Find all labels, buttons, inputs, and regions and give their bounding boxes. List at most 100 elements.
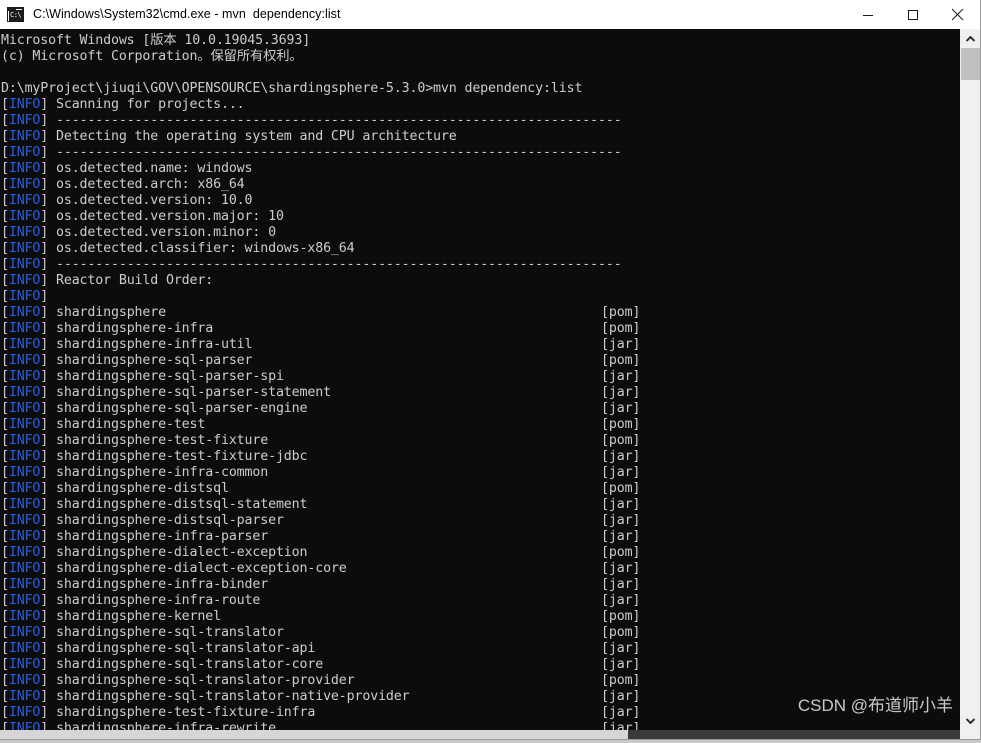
reactor-module-row: [INFO] shardingsphere-test [pom] [1, 417, 960, 433]
vertical-scrollbar-thumb[interactable] [961, 48, 980, 80]
module-name: shardingsphere-infra-rewrite [48, 721, 276, 730]
log-tag-bracket-open: [ [1, 145, 9, 160]
module-name: shardingsphere-sql-translator [48, 625, 284, 640]
log-tag-bracket-open: [ [1, 177, 9, 192]
close-button[interactable] [935, 0, 980, 29]
cmd-prompt-icon: C:\ [7, 6, 24, 22]
terminal-output[interactable]: Microsoft Windows [版本 10.0.19045.3693] (c… [0, 29, 960, 730]
reactor-module-row: [INFO] shardingsphere-sql-parser-stateme… [1, 385, 960, 401]
log-tag-bracket-open: [ [1, 513, 9, 528]
log-level-label: INFO [8, 145, 41, 160]
module-name: shardingsphere-infra-common [48, 465, 269, 480]
log-level-label: INFO [8, 305, 41, 320]
module-packaging: [pom] [601, 305, 641, 320]
log-line: [INFO] [1, 289, 960, 305]
log-tag-bracket-open: [ [1, 545, 9, 560]
log-tag-bracket-close: ] [40, 449, 49, 464]
log-tag-bracket-close: ] [40, 337, 49, 352]
log-tag-bracket-open: [ [1, 241, 9, 256]
log-tag-bracket-open: [ [1, 465, 9, 480]
reactor-module-row: [INFO] shardingsphere-dialect-exception [… [1, 545, 960, 561]
log-message: Reactor Build Order: [48, 273, 214, 288]
log-level-label: INFO [8, 257, 41, 272]
module-name: shardingsphere-test-fixture-jdbc [48, 449, 308, 464]
window-controls [845, 0, 980, 29]
log-line: [INFO] os.detected.classifier: windows-x… [1, 241, 960, 257]
reactor-module-row: [INFO] shardingsphere-test-fixture-infra… [1, 705, 960, 721]
log-tag-bracket-open: [ [1, 129, 9, 144]
reactor-module-row: [INFO] shardingsphere-infra [pom] [1, 321, 960, 337]
horizontal-scrollbar-track[interactable] [0, 730, 960, 739]
log-level-label: INFO [8, 529, 41, 544]
log-level-label: INFO [8, 353, 41, 368]
module-name: shardingsphere-infra-util [48, 337, 253, 352]
module-packaging: [jar] [601, 529, 641, 544]
window-titlebar[interactable]: C:\ C:\Windows\System32\cmd.exe - mvn de… [0, 0, 980, 29]
log-line: [INFO] Detecting the operating system an… [1, 129, 960, 145]
log-tag-bracket-close: ] [40, 353, 49, 368]
log-level-label: INFO [8, 625, 41, 640]
reactor-module-row: [INFO] shardingsphere-sql-parser-engine [… [1, 401, 960, 417]
log-tag-bracket-open: [ [1, 225, 9, 240]
module-name: shardingsphere-test [48, 417, 206, 432]
module-packaging: [jar] [601, 497, 641, 512]
log-level-label: INFO [8, 273, 41, 288]
log-tag-bracket-open: [ [1, 289, 9, 304]
module-name: shardingsphere-test-fixture [48, 433, 269, 448]
module-packaging: [pom] [601, 481, 641, 496]
log-tag-bracket-open: [ [1, 449, 9, 464]
horizontal-scrollbar[interactable] [0, 730, 980, 739]
log-tag-bracket-open: [ [1, 497, 9, 512]
log-tag-bracket-close: ] [40, 705, 49, 720]
reactor-module-row: [INFO] shardingsphere-sql-parser-spi [jar… [1, 369, 960, 385]
log-message: Detecting the operating system and CPU a… [48, 129, 457, 144]
module-name: shardingsphere-distsql-statement [48, 497, 308, 512]
log-level-label: INFO [8, 545, 41, 560]
log-tag-bracket-close: ] [40, 577, 49, 592]
log-tag-bracket-open: [ [1, 657, 9, 672]
terminal-line-container: Microsoft Windows [版本 10.0.19045.3693] (c… [1, 33, 960, 730]
module-packaging: [jar] [601, 337, 641, 352]
log-tag-bracket-close: ] [40, 97, 49, 112]
module-name: shardingsphere-sql-parser-statement [48, 385, 331, 400]
log-tag-bracket-close: ] [40, 513, 49, 528]
log-tag-bracket-close: ] [40, 161, 49, 176]
horizontal-scrollbar-thumb[interactable] [0, 730, 628, 739]
vertical-scrollbar[interactable] [960, 29, 980, 730]
log-message: os.detected.classifier: windows-x86_64 [48, 241, 355, 256]
log-tag-bracket-open: [ [1, 641, 9, 656]
reactor-module-row: [INFO] shardingsphere-distsql [pom] [1, 481, 960, 497]
module-name: shardingsphere-infra-parser [48, 529, 269, 544]
module-name: shardingsphere-sql-parser-spi [48, 369, 284, 384]
log-level-label: INFO [8, 129, 41, 144]
log-tag-bracket-open: [ [1, 385, 9, 400]
log-level-label: INFO [8, 609, 41, 624]
log-tag-bracket-close: ] [40, 401, 49, 416]
log-tag-bracket-open: [ [1, 369, 9, 384]
module-packaging: [pom] [601, 321, 641, 336]
scroll-down-arrow[interactable] [961, 711, 980, 730]
minimize-button[interactable] [845, 0, 890, 29]
log-tag-bracket-open: [ [1, 401, 9, 416]
maximize-icon [907, 9, 918, 20]
log-level-label: INFO [8, 401, 41, 416]
vertical-scrollbar-track[interactable] [961, 48, 980, 711]
reactor-module-row: [INFO] shardingsphere-infra-binder [jar] [1, 577, 960, 593]
log-tag-bracket-open: [ [1, 97, 9, 112]
log-line: [INFO] os.detected.arch: x86_64 [1, 177, 960, 193]
module-name: shardingsphere-sql-translator-core [48, 657, 324, 672]
log-tag-bracket-close: ] [40, 673, 49, 688]
module-packaging: [pom] [601, 417, 641, 432]
log-tag-bracket-open: [ [1, 561, 9, 576]
minimize-icon [862, 14, 873, 16]
scroll-up-arrow[interactable] [961, 29, 980, 48]
maximize-button[interactable] [890, 0, 935, 29]
log-tag-bracket-close: ] [40, 625, 49, 640]
module-name: shardingsphere-sql-parser [48, 353, 253, 368]
log-tag-bracket-close: ] [40, 177, 49, 192]
module-packaging: [jar] [601, 593, 641, 608]
module-packaging: [jar] [601, 657, 641, 672]
log-tag-bracket-open: [ [1, 193, 9, 208]
reactor-module-row: [INFO] shardingsphere-infra-parser [jar] [1, 529, 960, 545]
